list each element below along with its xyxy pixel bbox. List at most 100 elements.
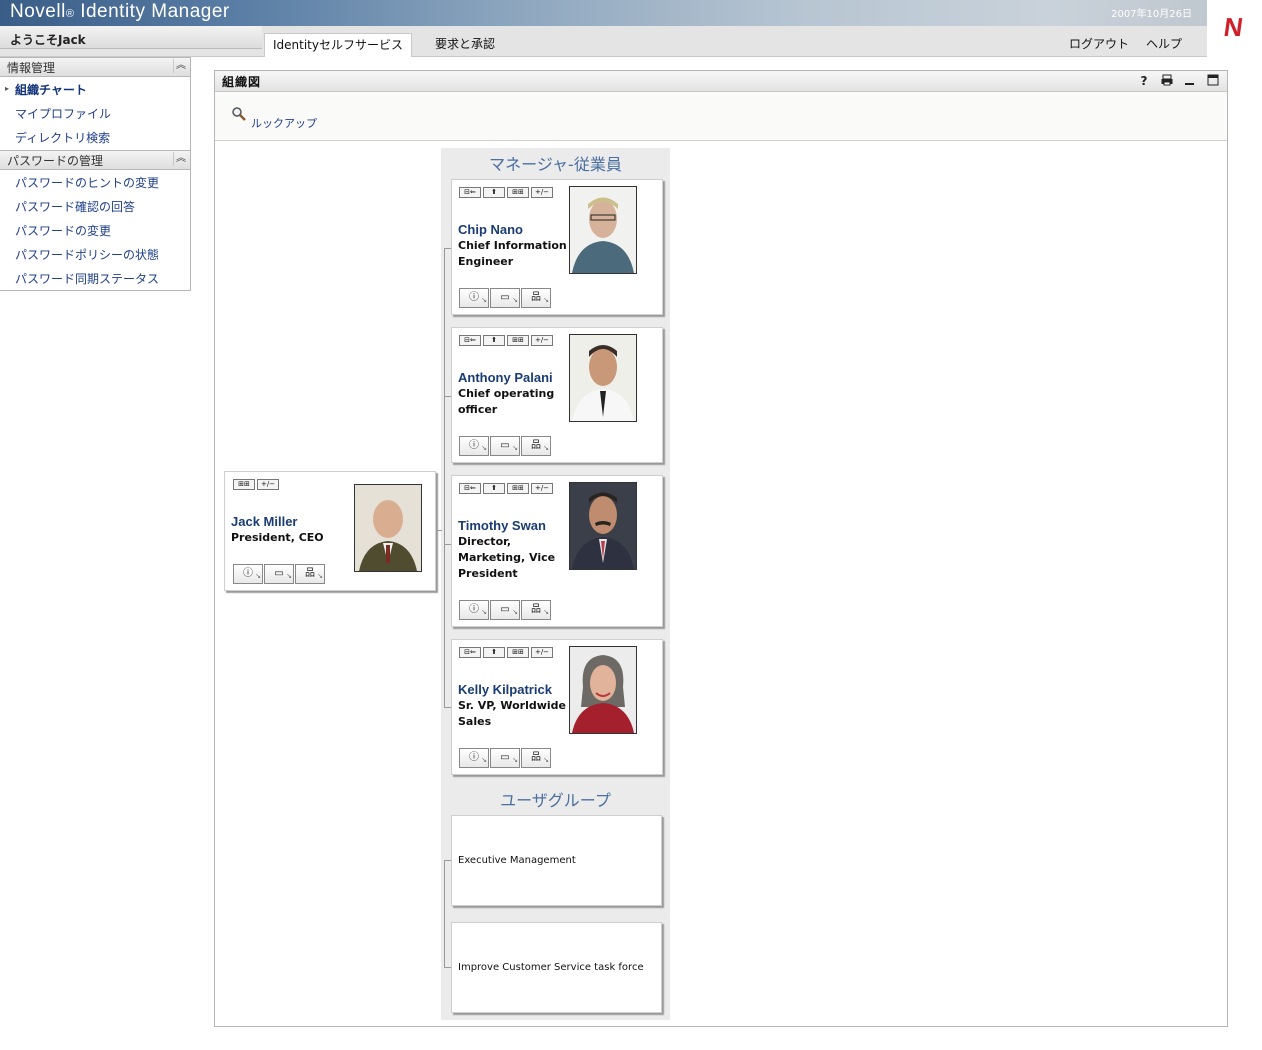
info-icon: ⓘ xyxy=(469,752,479,763)
sidebar-item-directory-search[interactable]: ディレクトリ検索 xyxy=(15,129,110,146)
product-brand: Novell® Identity Manager xyxy=(10,1,230,23)
report-person-card: ⊟⇐ ⬆ ⊞⊞ +/− Chip Nano Chief Information … xyxy=(451,179,663,315)
expand-org-button[interactable]: ⊞⊞ xyxy=(507,647,529,658)
logout-link[interactable]: ログアウト xyxy=(1061,33,1137,56)
section-header-information[interactable]: 情報管理 ︽ xyxy=(0,57,190,77)
groups-connector-line xyxy=(444,860,445,967)
org-chart-button[interactable]: 品 ↘ xyxy=(295,564,325,584)
maximize-icon[interactable] xyxy=(1206,74,1220,89)
help-link[interactable]: ヘルプ xyxy=(1138,33,1190,56)
connector-tick xyxy=(444,967,451,968)
sidebar-item-challenge-response[interactable]: パスワード確認の回答 xyxy=(15,198,135,215)
expand-org-button[interactable]: ⊞⊞ xyxy=(507,483,529,494)
print-icon[interactable] xyxy=(1160,74,1174,89)
email-button[interactable]: ▭ ↘ xyxy=(490,748,520,768)
toggle-button[interactable]: +/− xyxy=(531,647,553,658)
expand-org-button[interactable]: ⊞⊞ xyxy=(507,187,529,198)
report-person-card: ⊟⇐ ⬆ ⊞⊞ +/− Timothy Swan Director, Marke… xyxy=(451,475,663,627)
sidebar-item-change-password[interactable]: パスワードの変更 xyxy=(15,222,111,239)
org-chart-icon: 品 xyxy=(531,440,541,451)
section-header-password[interactable]: パスワードの管理 ︽ xyxy=(0,150,190,170)
email-icon: ▭ xyxy=(500,440,510,451)
person-title: President, CEO xyxy=(231,531,324,544)
email-button[interactable]: ▭ ↘ xyxy=(264,564,294,584)
tab-identity-self-service[interactable]: Identityセルフサービス xyxy=(264,33,412,57)
person-name[interactable]: Jack Miller xyxy=(231,514,298,529)
up-manager-button[interactable]: ⊟⇐ xyxy=(459,187,481,198)
help-icon[interactable]: ? xyxy=(1137,74,1151,88)
group-card[interactable]: Improve Customer Service task force xyxy=(451,922,662,1013)
group-card[interactable]: Executive Management xyxy=(451,815,662,906)
up-button[interactable]: ⬆ xyxy=(483,335,505,346)
person-name[interactable]: Kelly Kilpatrick xyxy=(458,682,552,697)
lookup-link[interactable]: ルックアップ xyxy=(251,115,317,131)
product-name: Identity Manager xyxy=(80,1,230,22)
info-button[interactable]: ⓘ ↘ xyxy=(459,288,489,308)
email-button[interactable]: ▭ ↘ xyxy=(490,436,520,456)
person-title-line: Engineer xyxy=(458,255,514,268)
up-manager-button[interactable]: ⊟⇐ xyxy=(459,335,481,346)
org-chart-button[interactable]: 品 ↘ xyxy=(521,436,551,456)
info-button[interactable]: ⓘ ↘ xyxy=(459,600,489,620)
reports-connector-line xyxy=(444,248,445,708)
tab-requests-approvals[interactable]: 要求と承認 xyxy=(427,33,503,56)
person-title-line: officer xyxy=(458,403,498,416)
up-manager-button[interactable]: ⊟⇐ xyxy=(459,483,481,494)
connector-tick xyxy=(444,248,451,249)
person-photo xyxy=(569,646,637,734)
groups-heading: ユーザグループ xyxy=(500,791,611,810)
email-icon: ▭ xyxy=(500,604,510,615)
info-button[interactable]: ⓘ ↘ xyxy=(233,564,263,584)
person-photo xyxy=(354,484,422,572)
org-chart-icon: 品 xyxy=(531,752,541,763)
toggle-button[interactable]: +/− xyxy=(531,483,553,494)
header-date: 2007年10月26日 xyxy=(1111,9,1192,20)
sidebar-item-my-profile[interactable]: マイプロファイル xyxy=(15,105,111,122)
double-chevron-up-icon[interactable]: ︽ xyxy=(173,152,188,166)
info-button[interactable]: ⓘ ↘ xyxy=(459,748,489,768)
minimize-icon[interactable] xyxy=(1183,74,1197,89)
selected-bullet-icon: ▸ xyxy=(5,84,10,93)
toggle-button[interactable]: +/− xyxy=(257,479,279,490)
info-icon: ⓘ xyxy=(243,568,253,579)
toggle-button[interactable]: +/− xyxy=(531,187,553,198)
up-button[interactable]: ⬆ xyxy=(483,647,505,658)
expand-org-button[interactable]: ⊞⊞ xyxy=(507,335,529,346)
org-chart-button[interactable]: 品 ↘ xyxy=(521,288,551,308)
email-button[interactable]: ▭ ↘ xyxy=(490,600,520,620)
email-icon: ▭ xyxy=(500,752,510,763)
email-button[interactable]: ▭ ↘ xyxy=(490,288,520,308)
report-person-card: ⊟⇐ ⬆ ⊞⊞ +/− Anthony Palani Chief operati… xyxy=(451,327,663,463)
up-button[interactable]: ⬆ xyxy=(483,483,505,494)
reports-heading: マネージャ-従業員 xyxy=(489,155,622,174)
info-icon: ⓘ xyxy=(469,604,479,615)
welcome-text: ようこそJack xyxy=(10,33,86,47)
root-person-card: ⊞⊞ +/− Jack Miller President, CEO ⓘ ↘ ▭ ↘ … xyxy=(224,471,436,591)
person-name[interactable]: Timothy Swan xyxy=(458,518,546,533)
person-title-line: Marketing, Vice xyxy=(458,551,556,564)
info-button[interactable]: ⓘ ↘ xyxy=(459,436,489,456)
double-chevron-up-icon[interactable]: ︽ xyxy=(173,59,188,73)
org-chart-button[interactable]: 品 ↘ xyxy=(521,600,551,620)
sidebar-item-password-policy[interactable]: パスワードポリシーの状態 xyxy=(15,246,159,263)
magnifier-icon[interactable] xyxy=(231,106,247,125)
connector-tick xyxy=(444,707,451,708)
toggle-button[interactable]: +/− xyxy=(531,335,553,346)
person-title-line: Director, xyxy=(458,535,512,548)
org-chart-button[interactable]: 品 ↘ xyxy=(521,748,551,768)
sidebar-item-org-chart[interactable]: 組織チャート xyxy=(15,81,87,98)
info-icon: ⓘ xyxy=(469,440,479,451)
expand-org-button[interactable]: ⊞⊞ xyxy=(233,479,255,490)
lookup-bar: ルックアップ xyxy=(215,92,1227,141)
connector-tick xyxy=(444,396,451,397)
person-name[interactable]: Chip Nano xyxy=(458,222,523,237)
sidebar-item-change-hint[interactable]: パスワードのヒントの変更 xyxy=(15,174,159,191)
up-button[interactable]: ⬆ xyxy=(483,187,505,198)
person-title-line: Chief operating xyxy=(458,387,555,400)
org-chart-icon: 品 xyxy=(531,604,541,615)
person-name[interactable]: Anthony Palani xyxy=(458,370,553,385)
sidebar-item-password-sync[interactable]: パスワード同期ステータス xyxy=(15,270,159,287)
up-manager-button[interactable]: ⊟⇐ xyxy=(459,647,481,658)
section-title: 情報管理 xyxy=(7,61,56,75)
person-title-line: Sales xyxy=(458,715,492,728)
